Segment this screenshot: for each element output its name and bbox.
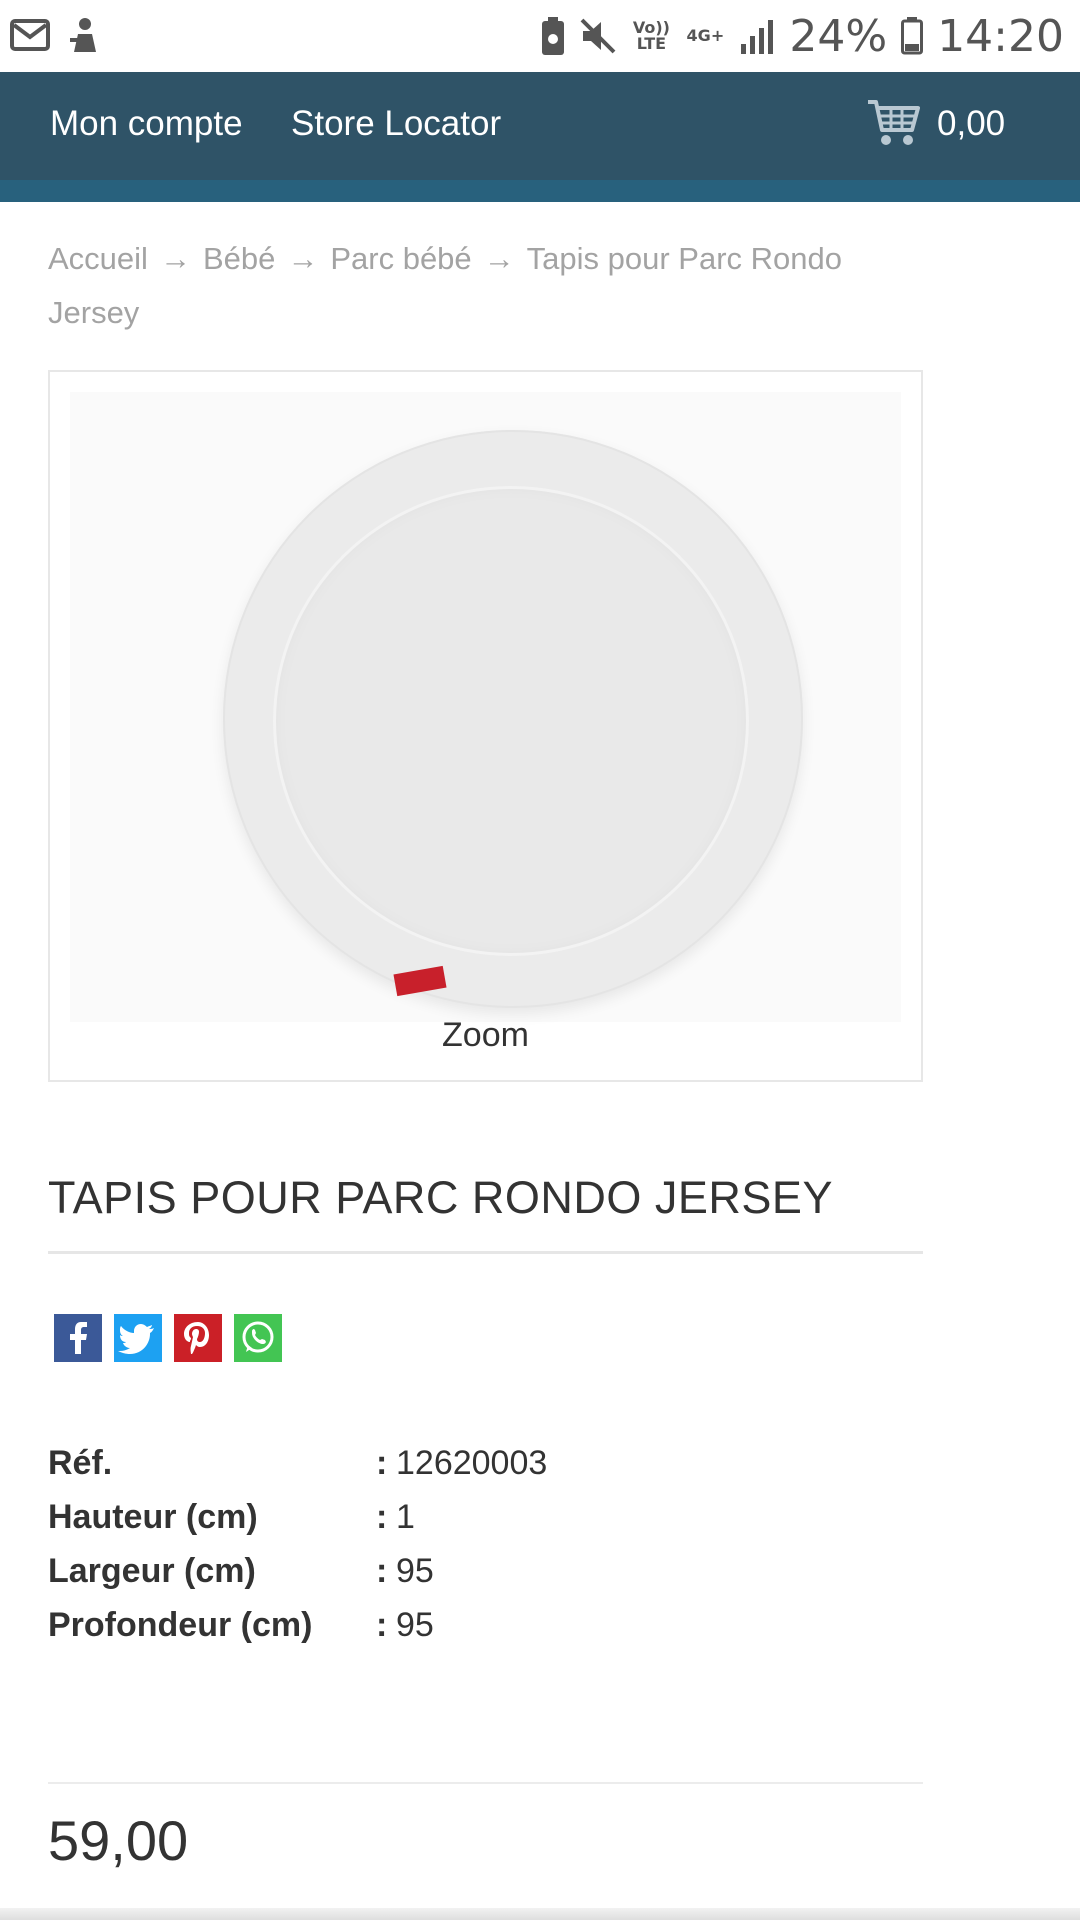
battery-percent: 24% [789,10,888,62]
product-mat-inner [273,486,749,956]
spec-value: 95 [396,1606,434,1644]
spec-value: 95 [396,1552,434,1590]
status-bar-system: Vo)) LTE 4G+ 24% 14:20 [541,8,1064,64]
network-4g-icon: 4G+ [686,26,725,45]
breadcrumb-separator: → [483,241,515,276]
top-nav: Mon compte Store Locator 0,00 [0,72,1080,180]
signal-icon [741,20,774,54]
facebook-icon [70,1322,87,1354]
cleaner-icon [70,18,96,52]
pinterest-share-button[interactable] [174,1314,222,1362]
spec-row-depth: Profondeur (cm) : 95 [48,1606,748,1660]
share-buttons [54,1314,282,1362]
spec-value: 12620003 [396,1444,548,1482]
spec-row-height: Hauteur (cm) : 1 [48,1498,748,1552]
spec-row-width: Largeur (cm) : 95 [48,1552,748,1606]
spec-colon: : [376,1444,388,1482]
status-bar: Vo)) LTE 4G+ 24% 14:20 [0,0,1080,72]
mute-icon [580,18,616,54]
breadcrumb-separator: → [159,241,191,276]
spec-colon: : [376,1606,388,1644]
product-mat-image [223,430,803,1008]
breadcrumb-parc-bebe[interactable]: Parc bébé [330,241,471,276]
battery-icon [901,17,924,55]
volte-icon: Vo)) LTE [632,18,670,53]
breadcrumb-home[interactable]: Accueil [48,241,148,276]
my-account-link[interactable]: Mon compte [50,104,243,144]
spec-label: Largeur (cm) [48,1552,256,1590]
status-bar-notifications [10,16,102,54]
divider [48,1782,923,1784]
spec-row-ref: Réf. : 12620003 [48,1444,748,1498]
breadcrumb-bebe[interactable]: Bébé [203,241,275,276]
spec-label: Réf. [48,1444,113,1482]
spec-value: 1 [396,1498,415,1536]
bottom-edge [0,1908,1080,1920]
spec-colon: : [376,1498,388,1536]
product-image[interactable] [70,392,901,1022]
pinterest-icon [184,1322,209,1354]
spec-label: Profondeur (cm) [48,1606,313,1644]
store-locator-link[interactable]: Store Locator [291,104,501,144]
divider [48,1251,923,1254]
clock: 14:20 [937,10,1064,62]
cart-icon[interactable] [866,96,922,148]
nav-accent-strip [0,180,1080,202]
facebook-share-button[interactable] [54,1314,102,1362]
spec-colon: : [376,1552,388,1590]
twitter-share-button[interactable] [114,1314,162,1362]
whatsapp-icon [242,1321,274,1353]
twitter-icon [118,1324,154,1354]
breadcrumb: Accueil → Bébé → Parc bébé → Tapis pour Parc R… [48,232,878,340]
mail-icon [10,19,50,51]
product-price: 59,00 [48,1809,189,1872]
breadcrumb-separator: → [287,241,319,276]
product-title: TAPIS POUR PARC RONDO JERSEY [48,1172,833,1223]
product-image-box[interactable]: Zoom [48,370,923,1082]
spec-label: Hauteur (cm) [48,1498,258,1536]
battery-saver-icon [542,17,565,55]
whatsapp-share-button[interactable] [234,1314,282,1362]
zoom-link[interactable]: Zoom [50,1016,921,1055]
cart-total[interactable]: 0,00 [937,104,1005,144]
